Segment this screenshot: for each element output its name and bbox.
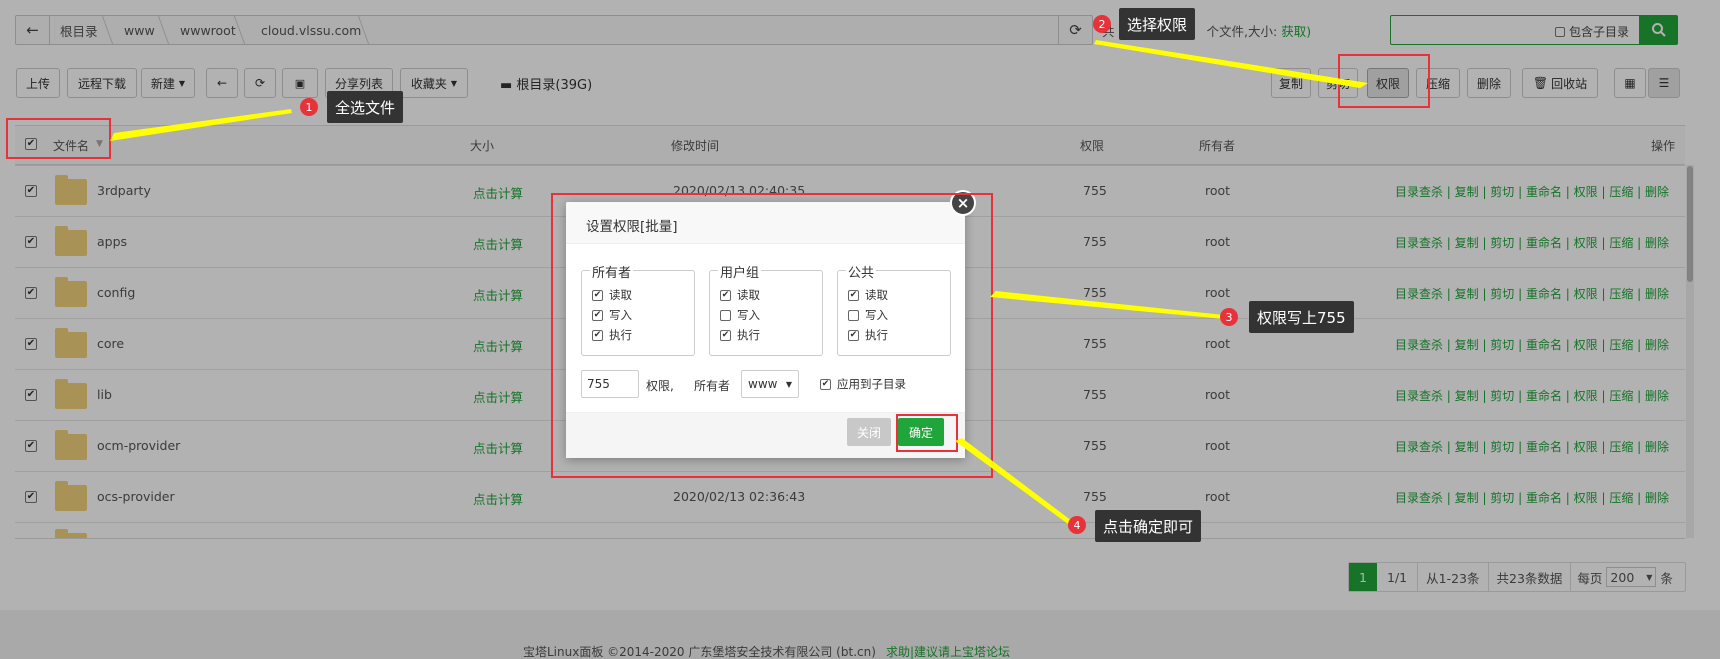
arrow-step1 (110, 109, 292, 141)
arrow-step3 (990, 291, 1224, 319)
step4-marker: 4 (1068, 516, 1086, 534)
arrow-step2 (1094, 40, 1368, 88)
step3-marker: 3 (1220, 308, 1238, 326)
step1-marker: 1 (300, 98, 318, 116)
step3-tip: 权限写上755 (1249, 301, 1354, 333)
step2-tip: 选择权限 (1119, 8, 1196, 40)
step1-tip: 全选文件 (327, 91, 404, 123)
step2-marker: 2 (1093, 15, 1111, 33)
annotation-arrows (110, 40, 1368, 524)
arrow-step4 (955, 438, 1072, 524)
step4-tip: 点击确定即可 (1095, 510, 1202, 542)
